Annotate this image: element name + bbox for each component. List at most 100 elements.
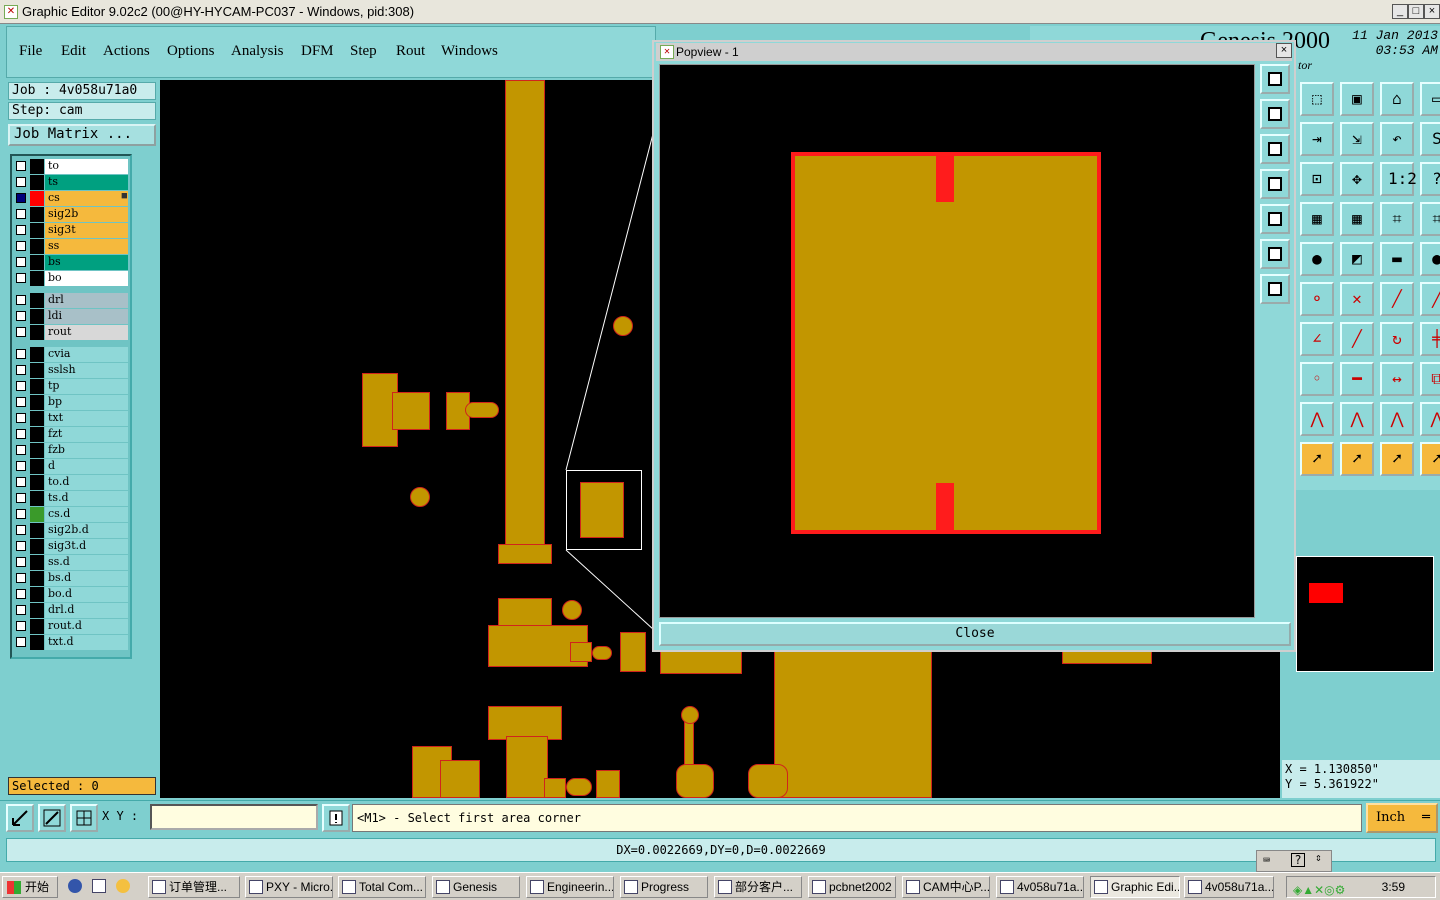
layer-checkbox[interactable] — [16, 381, 26, 391]
select-mode-icon[interactable] — [6, 804, 34, 832]
menu-rout[interactable]: Rout — [396, 43, 425, 60]
browser-icon[interactable] — [68, 879, 82, 893]
maximize-button[interactable]: □ — [1408, 4, 1424, 19]
layer-row[interactable]: ldi — [14, 309, 130, 324]
toolbox-button[interactable]: ╪ — [1420, 322, 1440, 356]
layer-row[interactable]: sig3t — [14, 223, 130, 238]
layer-checkbox[interactable] — [16, 225, 26, 235]
toolbox-button[interactable]: ⚬ — [1300, 282, 1334, 316]
toolbox-button[interactable]: ◦ — [1300, 362, 1334, 396]
toolbox-button[interactable]: ∠ — [1300, 322, 1334, 356]
toolbox-button[interactable]: ◩ — [1340, 242, 1374, 276]
popview-tool-button[interactable] — [1260, 134, 1290, 164]
taskbar-item[interactable]: 部分客户... — [714, 876, 802, 898]
toolbox-button[interactable]: ⋀ — [1300, 402, 1334, 436]
toolbox-button[interactable]: ╱ — [1380, 282, 1414, 316]
menu-windows[interactable]: Windows — [441, 43, 498, 60]
menu-dfm[interactable]: DFM — [301, 43, 334, 60]
toolbox-button[interactable]: ╱ — [1340, 322, 1374, 356]
toolbox-button[interactable]: ▦ — [1340, 202, 1374, 236]
layer-row[interactable]: txt — [14, 411, 130, 426]
layer-row[interactable]: cs ■ — [14, 191, 130, 206]
toolbox-button[interactable]: ● — [1300, 242, 1334, 276]
layer-row[interactable]: bp — [14, 395, 130, 410]
close-window-button[interactable]: × — [1424, 4, 1440, 19]
tray-icons[interactable]: ◈▲✕◎⚙ — [1293, 880, 1345, 900]
toolbox-button[interactable]: ⌗ — [1380, 202, 1414, 236]
layer-checkbox[interactable] — [16, 509, 26, 519]
taskbar-item[interactable]: 4v058u71a... — [996, 876, 1084, 898]
toolbox-button[interactable]: ➚ — [1380, 442, 1414, 476]
layer-row[interactable]: rout.d — [14, 619, 130, 634]
menu-file[interactable]: File — [19, 43, 42, 60]
layer-row[interactable]: fzt — [14, 427, 130, 442]
taskbar-item[interactable]: pcbnet2002 — [808, 876, 896, 898]
menu-edit[interactable]: Edit — [61, 43, 86, 60]
toolbox-button[interactable]: ▣ — [1340, 82, 1374, 116]
toolbox-button[interactable]: ➚ — [1300, 442, 1334, 476]
layer-checkbox[interactable] — [16, 589, 26, 599]
layer-checkbox[interactable] — [16, 413, 26, 423]
toolbox-button[interactable]: ⇥ — [1300, 122, 1334, 156]
layer-checkbox[interactable] — [16, 365, 26, 375]
toolbox-button[interactable]: ↻ — [1380, 322, 1414, 356]
toolbox-button[interactable]: ? — [1420, 162, 1440, 196]
taskbar-item[interactable]: PXY - Micro... — [245, 876, 333, 898]
taskbar-item[interactable]: Total Com... — [338, 876, 426, 898]
layer-row[interactable]: d — [14, 459, 130, 474]
layer-checkbox[interactable] — [16, 557, 26, 567]
menu-analysis[interactable]: Analysis — [231, 43, 284, 60]
popview-close-icon[interactable]: × — [1276, 43, 1292, 58]
layer-checkbox[interactable] — [16, 493, 26, 503]
toolbox-button[interactable]: ⇲ — [1340, 122, 1374, 156]
layer-checkbox[interactable] — [16, 177, 26, 187]
layer-checkbox[interactable] — [16, 257, 26, 267]
toolbox-button[interactable]: ⌗ — [1420, 202, 1440, 236]
layer-checkbox[interactable] — [16, 429, 26, 439]
xy-input[interactable] — [150, 804, 318, 830]
layer-row[interactable]: ts — [14, 175, 130, 190]
toolbox-button[interactable]: ↔ — [1380, 362, 1414, 396]
toolbox-button[interactable]: ▦ — [1300, 202, 1334, 236]
layer-row[interactable]: drl — [14, 293, 130, 308]
layer-row[interactable]: tp — [14, 379, 130, 394]
taskbar-item[interactable]: CAM中心P... — [902, 876, 990, 898]
layer-checkbox[interactable] — [16, 637, 26, 647]
toolbox-button[interactable]: ↶ — [1380, 122, 1414, 156]
layer-row[interactable]: sig3t.d — [14, 539, 130, 554]
layer-checkbox[interactable] — [16, 605, 26, 615]
popview-tool-button[interactable] — [1260, 204, 1290, 234]
layer-checkbox[interactable] — [16, 327, 26, 337]
layer-row[interactable]: fzb — [14, 443, 130, 458]
layer-row[interactable]: drl.d — [14, 603, 130, 618]
popview-canvas[interactable] — [659, 64, 1255, 618]
layer-checkbox[interactable] — [16, 461, 26, 471]
layer-checkbox[interactable] — [16, 273, 26, 283]
layer-checkbox[interactable] — [16, 477, 26, 487]
layer-row[interactable]: ss.d — [14, 555, 130, 570]
toolbox-button[interactable]: ⊡ — [1300, 162, 1334, 196]
popview-tool-button[interactable] — [1260, 274, 1290, 304]
media-icon[interactable] — [116, 879, 130, 893]
layer-row[interactable]: sig2b.d — [14, 523, 130, 538]
layer-checkbox[interactable] — [16, 161, 26, 171]
menu-actions[interactable]: Actions — [103, 43, 150, 60]
toolbox-button[interactable]: ▭ — [1420, 82, 1440, 116]
taskbar-item[interactable]: Graphic Edi... — [1090, 876, 1180, 898]
layer-checkbox[interactable] — [16, 311, 26, 321]
layer-row[interactable]: sslsh — [14, 363, 130, 378]
unit-selector[interactable]: Inch ═ — [1366, 803, 1438, 833]
layer-row[interactable]: bo — [14, 271, 130, 286]
toolbox-button[interactable]: 1:2 — [1380, 162, 1417, 196]
popview-close-button[interactable]: Close — [659, 622, 1291, 646]
layer-checkbox[interactable] — [16, 295, 26, 305]
layer-row[interactable]: ts.d — [14, 491, 130, 506]
taskbar-item[interactable]: 订单管理... — [148, 876, 240, 898]
layer-row[interactable]: ss — [14, 239, 130, 254]
layer-row[interactable]: to.d — [14, 475, 130, 490]
toolbox-button[interactable]: ✥ — [1340, 162, 1374, 196]
minimize-button[interactable]: _ — [1392, 4, 1408, 19]
popview-tool-button[interactable] — [1260, 239, 1290, 269]
toolbox-button[interactable]: ➚ — [1340, 442, 1374, 476]
taskbar-item[interactable]: Genesis — [432, 876, 520, 898]
